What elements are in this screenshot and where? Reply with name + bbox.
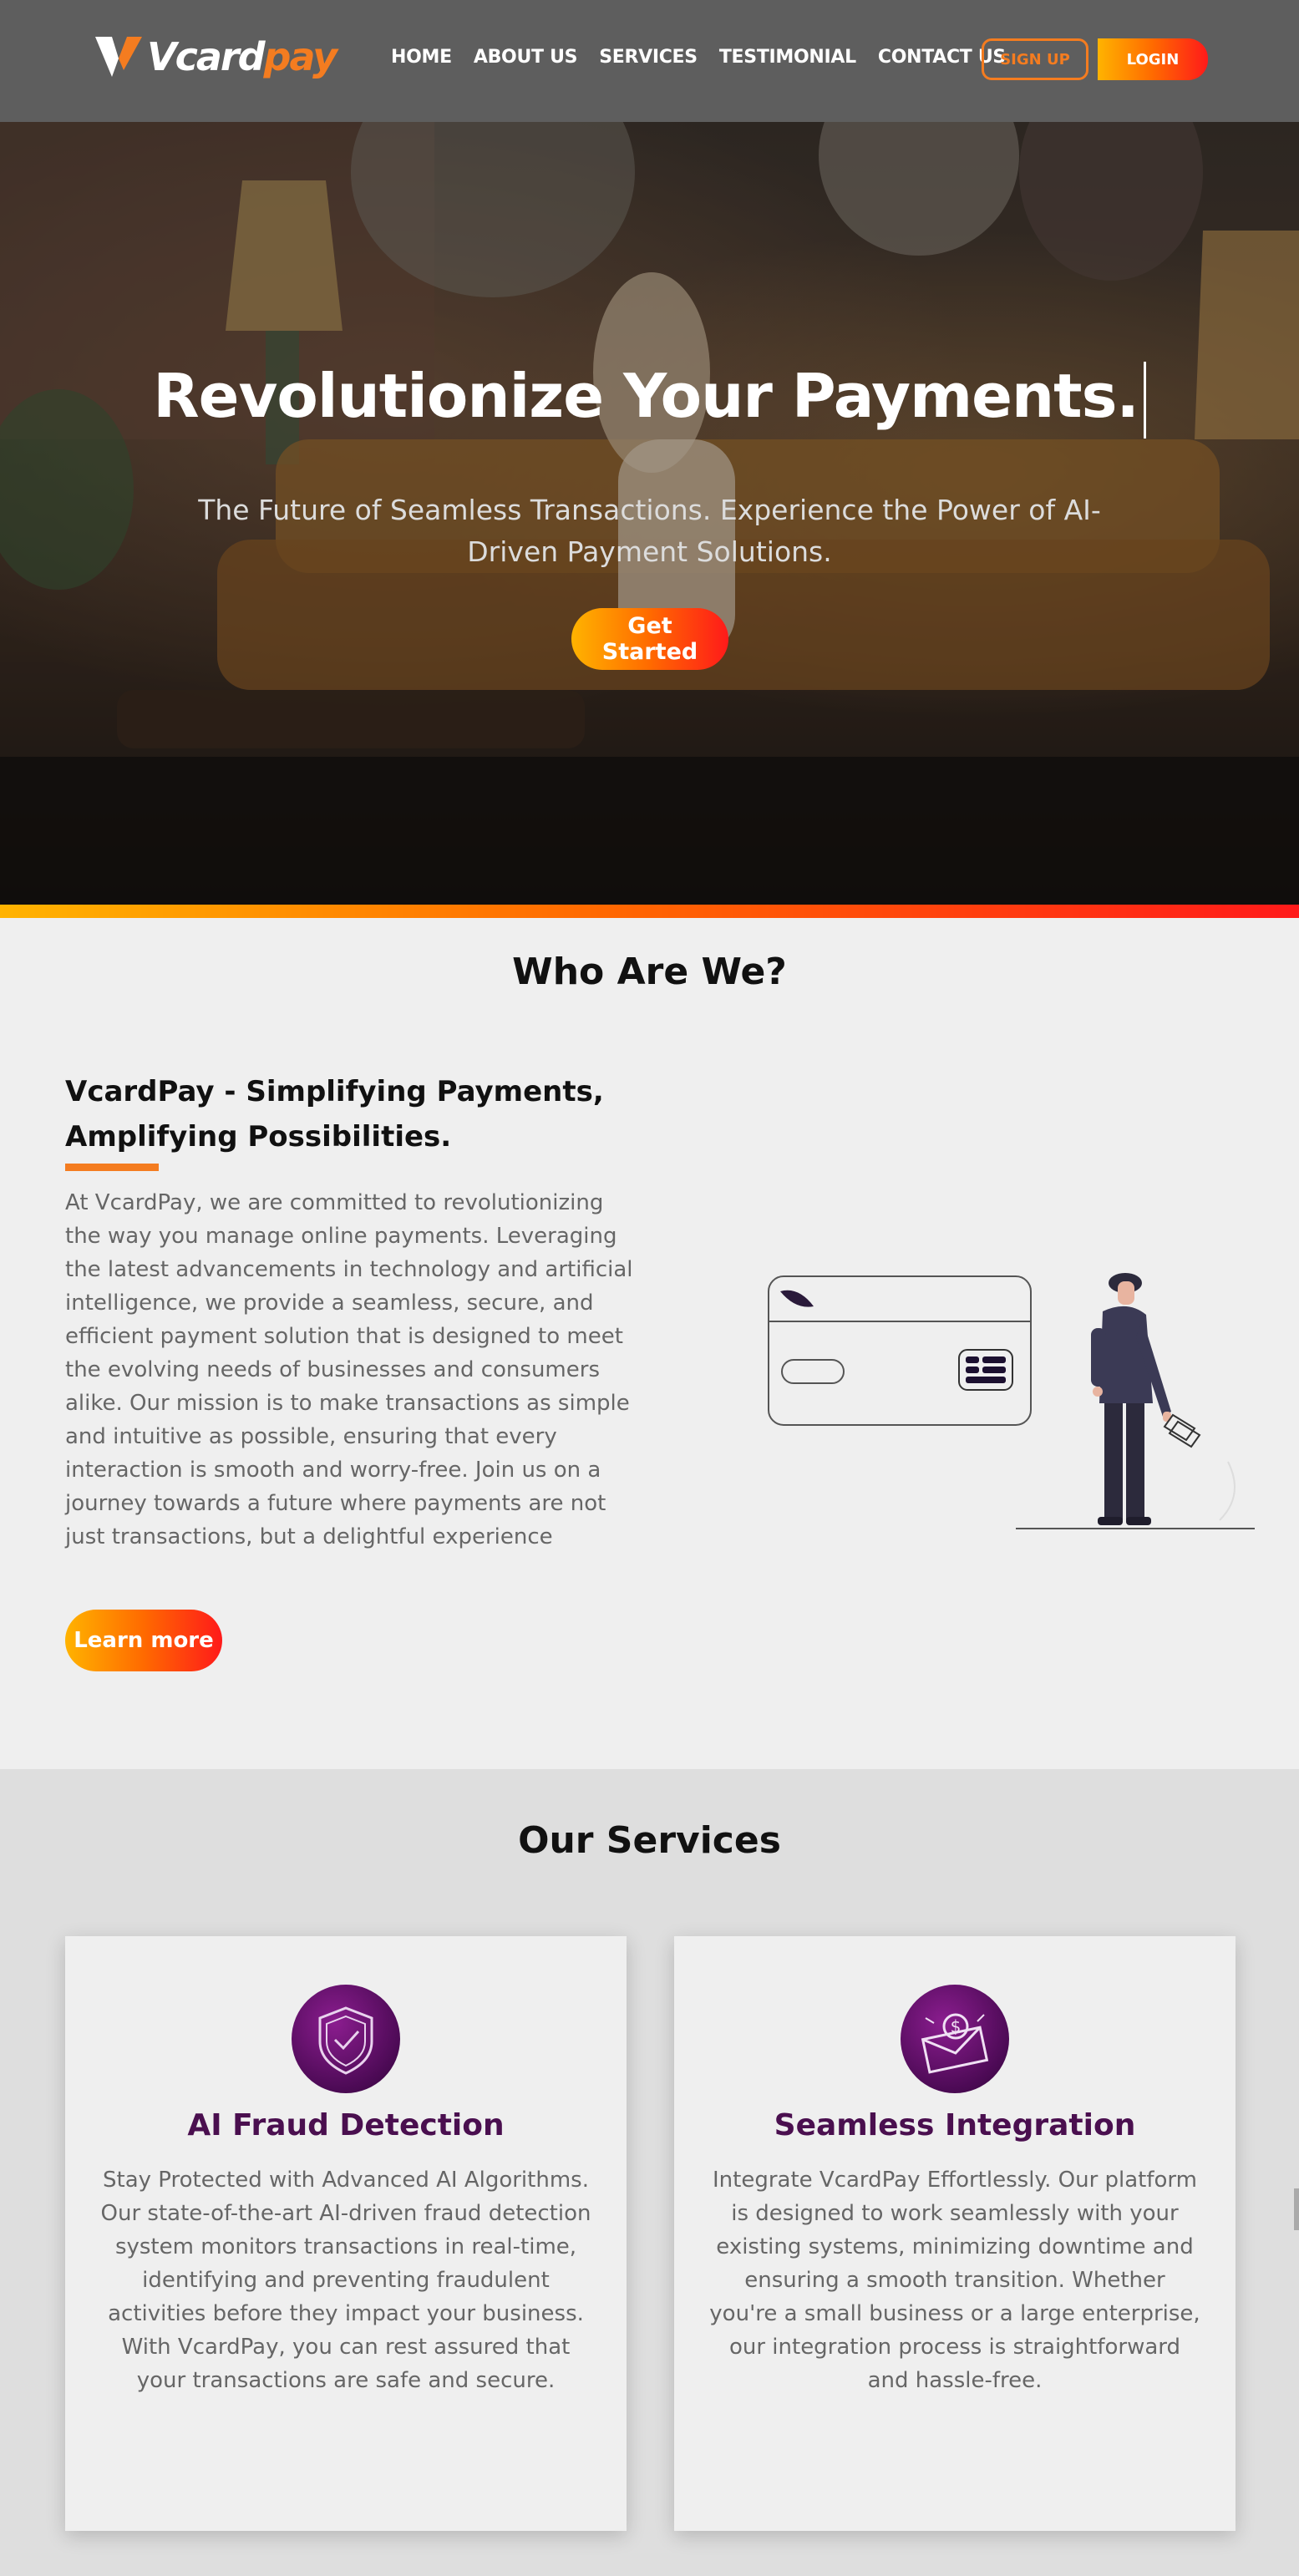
nav-about-link[interactable]: ABOUT US [474, 47, 578, 68]
scrollbar-handle[interactable] [1294, 2188, 1299, 2230]
top-navbar: Vcardpay HOME ABOUT US SERVICES TESTIMON… [0, 0, 1299, 122]
hero-section: Revolutionize Your Payments. The Future … [0, 122, 1299, 905]
about-heading: VcardPay - Simplifying Payments, Amplify… [65, 1075, 604, 1154]
main-menu: HOME ABOUT US SERVICES TESTIMONIAL CONTA… [391, 47, 1028, 68]
svg-text:$: $ [951, 2016, 962, 2036]
nav-testimonial-link[interactable]: TESTIMONIAL [719, 47, 856, 68]
about-body-text: At VcardPay, we are committed to revolut… [65, 1190, 633, 1549]
service-card-integration: $ Seamless Integration Integrate VcardPa… [674, 1936, 1236, 2531]
login-button[interactable]: LOGIN [1098, 38, 1208, 80]
service-card-body: Stay Protected with Advanced AI Algorith… [100, 2168, 591, 2393]
service-card-body: Integrate VcardPay Effortlessly. Our pla… [709, 2168, 1200, 2393]
service-card-title: Seamless Integration [774, 2108, 1136, 2142]
heading-underline [65, 1164, 159, 1171]
payment-card-illustration [768, 1273, 1255, 1529]
nav-home-link[interactable]: HOME [391, 47, 452, 68]
get-started-button[interactable]: Get Started [571, 608, 728, 670]
logo[interactable]: Vcardpay [94, 30, 337, 84]
learn-more-button[interactable]: Learn more [65, 1610, 222, 1671]
service-card-fraud: AI Fraud Detection Stay Protected with A… [65, 1936, 627, 2531]
shield-check-icon [292, 1985, 400, 2093]
service-card-title: AI Fraud Detection [187, 2108, 505, 2142]
nav-services-link[interactable]: SERVICES [599, 47, 698, 68]
logo-mark-icon [95, 37, 142, 77]
signup-button[interactable]: SIGN UP [982, 38, 1088, 80]
gradient-divider [0, 905, 1299, 918]
services-section: Our Services AI Fraud Detection Stay Pro… [0, 1769, 1299, 2576]
logo-text: Vcardpay [147, 34, 337, 79]
about-section-title: Who Are We? [512, 951, 787, 993]
hero-title: Revolutionize Your Payments. [0, 361, 1299, 439]
typing-caret [1143, 362, 1146, 439]
hero-subtitle: The Future of Seamless Transactions. Exp… [198, 494, 1101, 568]
money-envelope-icon: $ [901, 1985, 1009, 2093]
services-section-title: Our Services [518, 1819, 781, 1862]
